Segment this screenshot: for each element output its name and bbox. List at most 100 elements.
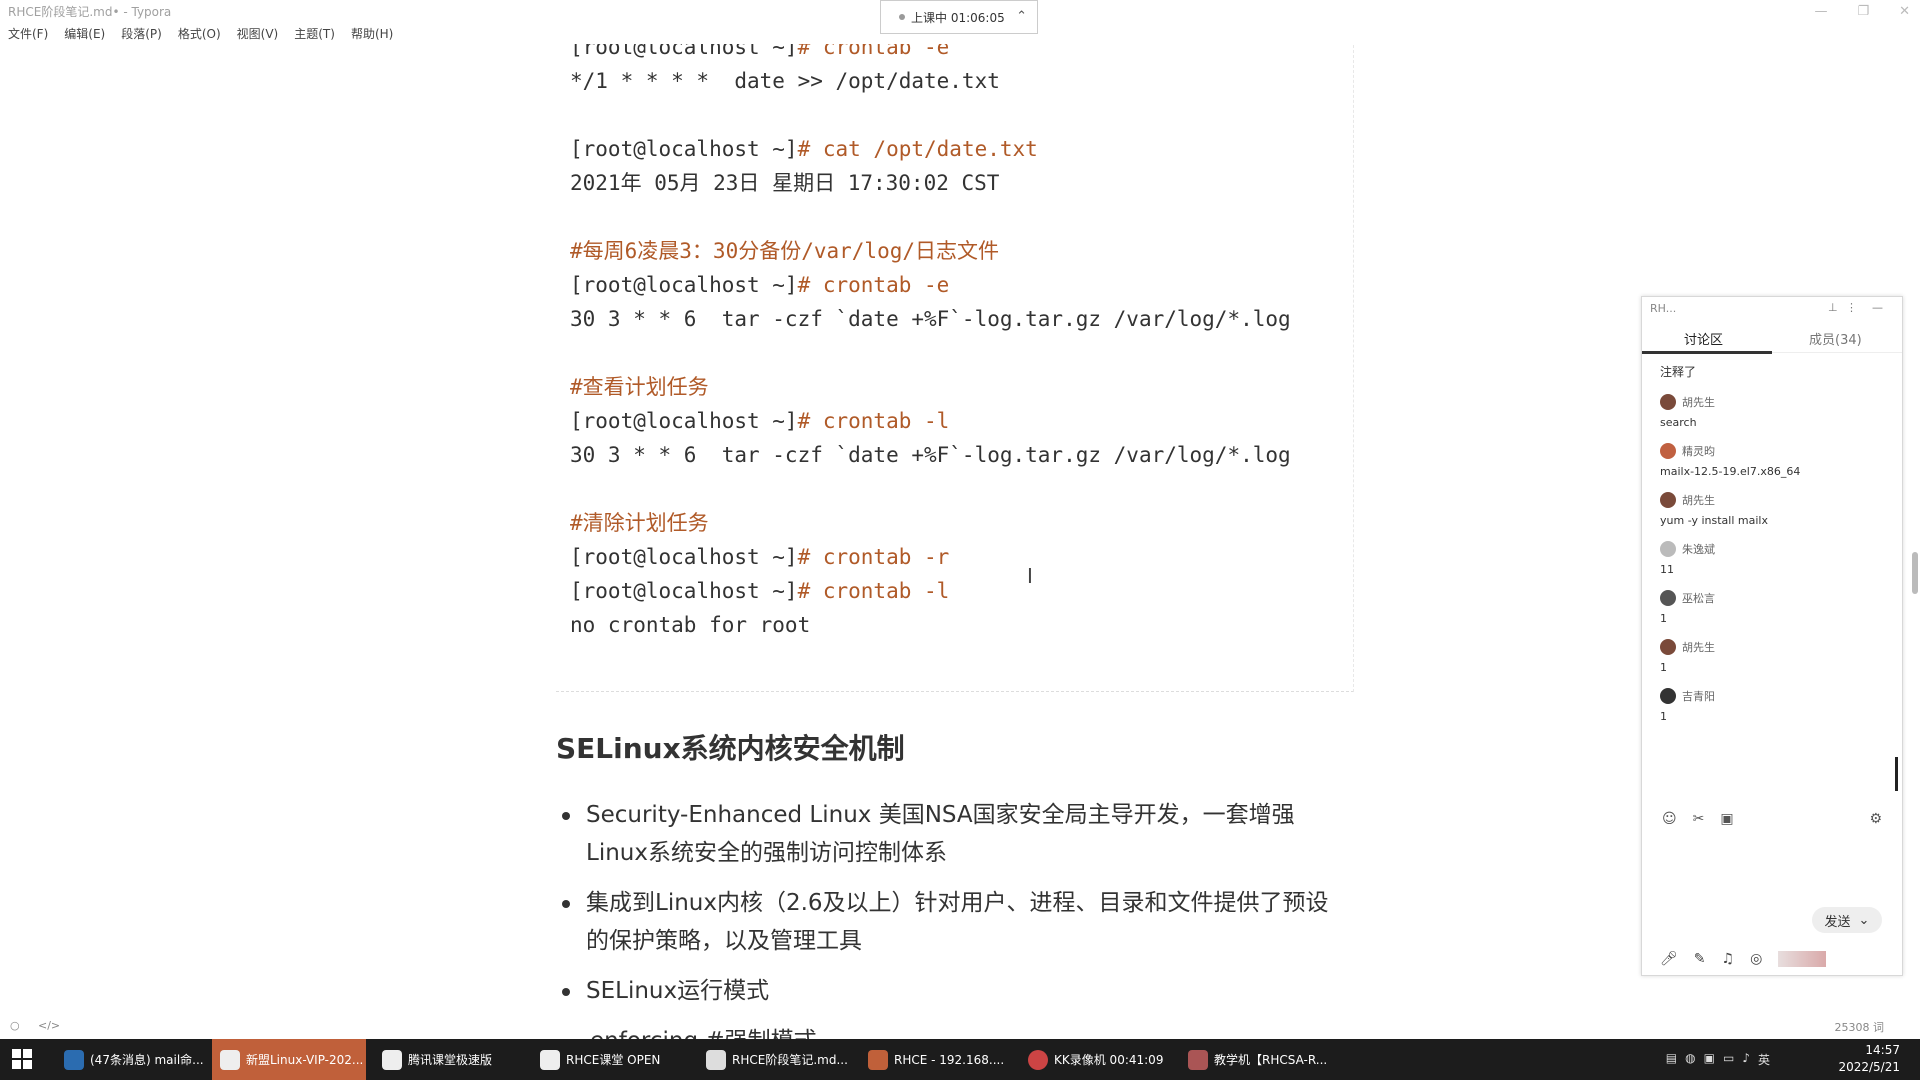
pen-icon[interactable]: ✎ [1694,951,1706,967]
list-item: SELinux运行模式 [562,972,1362,1010]
taskbar-item[interactable]: 腾讯课堂极速版 [374,1039,524,1080]
settings-icon[interactable]: ⚙ [1869,811,1882,827]
tab-members[interactable]: 成员(34) [1809,329,1862,348]
clock-time: 14:57 [1865,1043,1900,1057]
terminal-icon [868,1049,888,1070]
taskbar-item[interactable]: (47条消息) mail命... [56,1039,208,1080]
code-line: 30 3 * * 6 tar -czf `date +%F`-log.tar.g… [570,307,1291,331]
close-icon[interactable]: ✕ [1899,4,1910,19]
word-count: 25308 词 [1834,1021,1885,1034]
tab-discussion[interactable]: 讨论区 [1684,329,1723,348]
bullet-dot-icon [562,988,570,996]
avatar [1660,492,1676,508]
chevron-down-icon[interactable]: ⌄ [1859,913,1870,928]
menu-view[interactable]: 视图(V) [235,22,281,44]
status-bar: ○ </> 25308 词 [0,1015,1920,1039]
chat-scrollbar[interactable] [1895,757,1898,791]
avatar [1660,394,1676,410]
taskbar-item[interactable]: RHCE课堂 OPEN [532,1039,692,1080]
message-list[interactable]: 注释了 胡先生 search 精灵昀 mailx-12.5-19.el7.x86_6… [1642,363,1902,723]
taskbar-item-active[interactable]: 新盟Linux-VIP-202... [212,1039,366,1080]
music-icon[interactable]: ♫ [1722,951,1735,967]
avatar [1660,541,1676,557]
source-mode-icon[interactable]: </> [38,1019,60,1032]
class-timer: 上课中 01:06:05 [911,10,1005,25]
tencent-class-icon [382,1049,402,1070]
code-line: no crontab for root [570,613,811,637]
code-line: 30 3 * * 6 tar -czf `date +%F`-log.tar.g… [570,443,1291,467]
menu-format[interactable]: 格式(O) [176,22,223,44]
pin-icon[interactable]: ⊥ [1828,301,1838,314]
menu-paragraph[interactable]: 段落(P) [119,22,164,44]
taskbar-item[interactable]: RHCE - 192.168.... [860,1039,1020,1080]
menu-bar: 文件(F) 编辑(E) 段落(P) 格式(O) 视图(V) 主题(T) 帮助(H… [0,22,395,44]
network-tray-icon[interactable]: ▭ [1723,1051,1734,1068]
microphone-icon[interactable]: 🎤︎ [1660,951,1678,967]
chat-toolbar: ☺ ✂ ▣ [1662,811,1734,827]
chat-message: 吉青阳 1 [1660,688,1715,723]
editor-scrollbar[interactable] [1912,552,1918,594]
code-line: [root@localhost ~]# crontab -r [570,545,950,569]
image-icon[interactable]: ▣ [1720,811,1733,827]
clock-date: 2022/5/21 [1838,1060,1900,1074]
windows-start-icon[interactable] [12,1049,32,1069]
avatar [1660,688,1676,704]
menu-file[interactable]: 文件(F) [6,22,50,44]
bullet-dot-icon [562,812,570,820]
chat-message: 胡先生 yum -y install mailx [1660,492,1768,527]
vm-icon [1188,1049,1208,1070]
class-icon [540,1049,560,1070]
menu-edit[interactable]: 编辑(E) [62,22,107,44]
taskbar-item[interactable]: KK录像机 00:41:09 [1020,1039,1180,1080]
emoji-icon[interactable]: ☺ [1662,811,1677,827]
ime-indicator[interactable]: 英 [1758,1051,1770,1068]
app-icon [220,1049,240,1070]
code-comment: #每周6凌晨3：30分备份/var/log/日志文件 [570,239,1000,263]
chat-tray-icon[interactable]: ▤ [1666,1051,1677,1068]
outline-toggle-icon[interactable]: ○ [10,1019,20,1032]
chevron-up-icon[interactable]: ⌃ [1016,9,1027,24]
code-line: [root@localhost ~]# crontab -e [570,44,950,59]
code-block[interactable]: [root@localhost ~]# crontab -e */1 * * *… [556,44,1354,692]
taskbar-item[interactable]: RHCE阶段笔记.md... [698,1039,858,1080]
window-controls: — ❐ ✕ [1814,0,1910,22]
typora-icon [706,1049,726,1070]
bullet-dot-icon [562,900,570,908]
taskbar: (47条消息) mail命... 新盟Linux-VIP-202... 腾讯课堂… [0,1039,1920,1080]
code-line: */1 * * * * date >> /opt/date.txt [570,69,1000,93]
browser-icon [64,1049,84,1070]
scissors-icon[interactable]: ✂ [1693,811,1705,827]
minimize-icon[interactable]: — [1872,301,1883,314]
wechat-tray-icon[interactable]: ◍ [1685,1051,1695,1068]
recorder-icon [1028,1049,1048,1070]
chat-title: RH... [1650,302,1677,315]
code-line: [root@localhost ~]# crontab -e [570,273,950,297]
text-cursor-icon: I [1027,564,1033,588]
maximize-icon[interactable]: ❐ [1857,4,1869,19]
recording-dot-icon [899,14,905,20]
clock[interactable]: 14:57 2022/5/21 [1838,1042,1900,1076]
menu-help[interactable]: 帮助(H) [349,22,395,44]
app-tray-icon[interactable]: ▣ [1704,1051,1715,1068]
location-icon[interactable]: ◎ [1750,951,1762,967]
more-icon[interactable]: ⋮ [1846,301,1857,314]
minimize-icon[interactable]: — [1814,4,1827,19]
chat-message: 胡先生 search [1660,394,1715,429]
avatar [1660,590,1676,606]
section-heading: SELinux系统内核安全机制 [556,732,905,765]
avatar [1660,443,1676,459]
send-button[interactable]: 发送 ⌄ [1812,907,1882,933]
taskbar-item[interactable]: 教学机【RHCSA-R... [1180,1039,1340,1080]
message-text: 注释了 [1660,365,1697,379]
chat-message: 胡先生 1 [1660,639,1715,674]
editor-area[interactable]: [root@localhost ~]# crontab -e */1 * * *… [0,44,1920,1039]
code-line: [root@localhost ~]# crontab -l [570,409,950,433]
app-title: RHCE阶段笔记.md• - Typora [8,5,172,19]
menu-theme[interactable]: 主题(T) [292,22,337,44]
chat-message: 巫松言 1 [1660,590,1715,625]
avatar [1660,639,1676,655]
chat-panel: RH... ⊥ ⋮ — 讨论区 成员(34) 注释了 胡先生 search 精灵昀… [1641,296,1903,976]
chat-bottom-bar: 🎤︎ ✎ ♫ ◎ [1660,951,1827,967]
class-timer-overlay[interactable]: 上课中 01:06:05 ⌃ [880,0,1038,34]
volume-icon[interactable]: ♪ [1742,1051,1750,1068]
